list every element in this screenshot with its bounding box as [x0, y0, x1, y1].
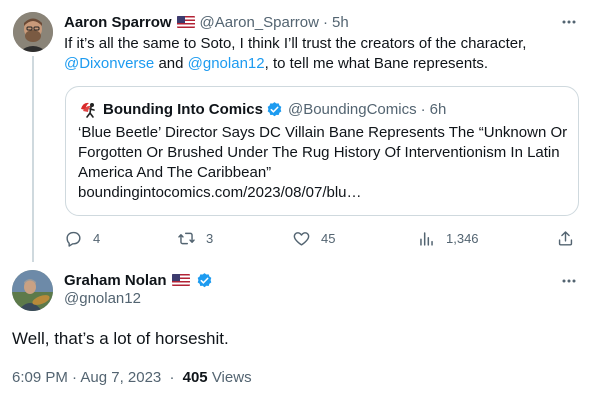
flag-us-icon	[176, 16, 195, 28]
avatar[interactable]	[13, 12, 53, 52]
author-handle[interactable]: @Aaron_Sparrow	[200, 14, 319, 31]
more-icon[interactable]	[560, 272, 578, 290]
quote-text: ‘Blue Beetle’ Director Says DC Villain B…	[78, 123, 568, 203]
flag-us-icon	[171, 274, 190, 286]
separator-dot: ·	[169, 369, 175, 386]
share-icon	[558, 230, 573, 246]
like-icon	[293, 231, 310, 246]
author-handle[interactable]: @gnolan12	[64, 290, 141, 307]
thread-line	[32, 56, 34, 262]
verified-icon	[197, 272, 211, 287]
views-count: 405	[182, 369, 208, 386]
quote-time: 6h	[429, 100, 447, 118]
tweet-header: Graham Nolan	[64, 270, 213, 290]
quote-author-handle: @BoundingComics	[287, 100, 417, 118]
quote-header: Bounding Into Comics @BoundingComics · 6…	[79, 99, 446, 119]
tweet-header: Aaron Sparrow @Aaron_Sparrow · 5h	[64, 12, 349, 32]
tweet-aaron-sparrow[interactable]: Aaron Sparrow @Aaron_Sparrow · 5h If it’…	[0, 0, 598, 262]
tweet-time[interactable]: 5h	[332, 14, 349, 31]
tweet-graham-nolan[interactable]: Graham Nolan @gnolan12 Well, that’s a lo…	[0, 262, 598, 403]
bounding-logo-icon	[79, 99, 99, 119]
author-name[interactable]: Graham Nolan	[64, 272, 167, 289]
tweet-timestamp[interactable]: 6:09 PM · Aug 7, 2023	[12, 369, 161, 386]
share-button[interactable]	[556, 228, 585, 248]
quote-link[interactable]: boundingintocomics.com/2023/08/07/blu…	[78, 184, 362, 201]
tweet-meta: 6:09 PM · Aug 7, 2023 · 405 Views	[12, 369, 252, 386]
tweet-text-part: If it’s all the same to Soto, I think I’…	[64, 35, 527, 52]
views-count: 1,346	[446, 230, 479, 246]
views-label: Views	[211, 369, 252, 386]
reply-button[interactable]: 4	[64, 228, 100, 248]
separator-dot: ·	[420, 100, 426, 118]
tweet-text: If it’s all the same to Soto, I think I’…	[64, 34, 584, 74]
quote-author-name: Bounding Into Comics	[103, 100, 263, 118]
retweet-button[interactable]: 3	[177, 228, 213, 248]
reply-count: 4	[93, 230, 101, 246]
separator-dot: ·	[322, 13, 328, 31]
quote-body: ‘Blue Beetle’ Director Says DC Villain B…	[78, 124, 568, 181]
tweet-actions: 4 3 45 1,346	[64, 228, 584, 248]
more-icon[interactable]	[560, 13, 578, 31]
verified-icon	[267, 101, 282, 116]
author-name[interactable]: Aaron Sparrow	[64, 14, 172, 31]
tweet-text-part: , to tell me what Bane represents.	[264, 55, 489, 72]
avatar[interactable]	[12, 270, 53, 311]
like-count: 45	[321, 230, 336, 246]
views-icon	[420, 231, 433, 246]
tweet-text: Well, that’s a lot of horseshit.	[12, 329, 229, 348]
mention-link[interactable]: @Dixonverse	[64, 55, 154, 72]
quote-tweet-card[interactable]: Bounding Into Comics @BoundingComics · 6…	[65, 86, 579, 216]
like-button[interactable]: 45	[292, 228, 335, 248]
tweet-text-part: and	[158, 55, 184, 72]
views-button[interactable]: 1,346	[417, 228, 479, 248]
reply-icon	[66, 231, 81, 247]
retweet-icon	[178, 232, 195, 244]
retweet-count: 3	[206, 230, 214, 246]
mention-link[interactable]: @gnolan12	[188, 55, 265, 72]
